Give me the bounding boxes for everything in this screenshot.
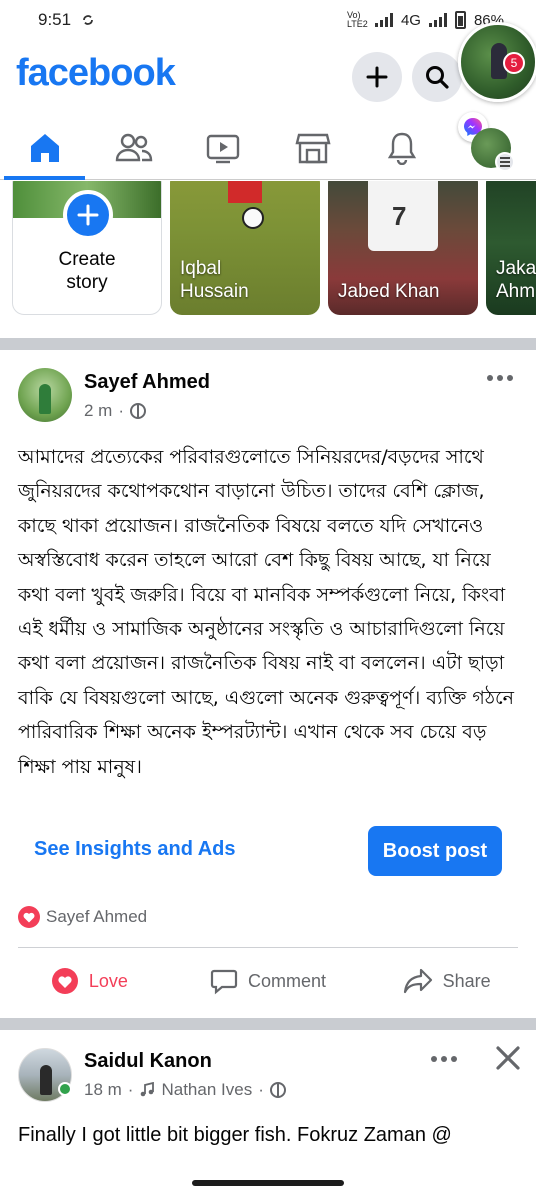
volte-label: Vo) LTE2 bbox=[346, 10, 368, 29]
story-card[interactable]: 7 Jabed Khan bbox=[328, 181, 478, 315]
comment-icon bbox=[210, 969, 238, 995]
separator bbox=[18, 947, 518, 948]
post-meta: 18 m · Nathan Ives · bbox=[84, 1080, 286, 1100]
add-story-button[interactable] bbox=[63, 190, 113, 240]
close-icon[interactable] bbox=[494, 1044, 522, 1072]
boost-post-button[interactable]: Boost post bbox=[368, 826, 502, 876]
love-button[interactable]: Love bbox=[0, 952, 179, 1010]
sync-icon bbox=[83, 15, 93, 25]
section-divider bbox=[0, 338, 536, 350]
bell-icon bbox=[387, 132, 417, 165]
search-button[interactable] bbox=[412, 52, 462, 102]
post-time[interactable]: 18 m bbox=[84, 1080, 122, 1100]
tab-marketplace[interactable] bbox=[268, 116, 357, 179]
tab-menu[interactable] bbox=[447, 116, 536, 179]
app-header: facebook bbox=[0, 48, 536, 110]
notification-count-badge: 5 bbox=[503, 52, 525, 74]
post-time[interactable]: 2 m bbox=[84, 401, 112, 421]
profile-avatar bbox=[471, 127, 516, 172]
reaction-summary[interactable]: Sayef Ahmed bbox=[18, 906, 147, 928]
story-card[interactable]: Iqbal Hussain bbox=[170, 181, 320, 315]
section-divider bbox=[0, 1018, 536, 1030]
signal-icon-2 bbox=[428, 13, 447, 27]
stories-tray: Create story Iqbal Hussain 7 Jabed Khan … bbox=[0, 181, 536, 321]
plus-icon bbox=[77, 204, 99, 226]
comment-button[interactable]: Comment bbox=[179, 952, 358, 1010]
post-meta: 2 m · bbox=[84, 401, 147, 421]
status-bar: 9:51 Vo) LTE2 4G 86% bbox=[0, 0, 536, 40]
main-nav bbox=[0, 116, 536, 180]
create-button[interactable] bbox=[352, 52, 402, 102]
globe-icon bbox=[269, 1082, 286, 1098]
network-label: 4G bbox=[400, 11, 421, 29]
post-author[interactable]: Sayef Ahmed bbox=[84, 371, 210, 394]
story-author: Jabed Khan bbox=[338, 281, 440, 302]
author-avatar[interactable] bbox=[18, 368, 72, 422]
heart-icon bbox=[51, 968, 78, 994]
jersey-image: 7 bbox=[368, 181, 438, 251]
tab-notifications[interactable] bbox=[357, 116, 446, 179]
home-icon bbox=[30, 133, 59, 162]
tab-friends[interactable] bbox=[89, 116, 178, 179]
tab-watch[interactable] bbox=[179, 116, 268, 179]
story-author: Jaka Ahm bbox=[496, 258, 536, 302]
share-button[interactable]: Share bbox=[357, 952, 536, 1010]
home-indicator[interactable] bbox=[192, 1180, 344, 1186]
online-status-indicator bbox=[58, 1082, 72, 1096]
plus-icon bbox=[366, 66, 388, 88]
music-track[interactable]: Nathan Ives bbox=[161, 1080, 252, 1100]
story-card[interactable]: Jaka Ahm bbox=[486, 181, 536, 315]
friends-icon bbox=[115, 133, 153, 161]
love-reaction-icon bbox=[18, 906, 40, 928]
post-author[interactable]: Saidul Kanon bbox=[84, 1050, 212, 1073]
post-header: Sayef Ahmed 2 m · bbox=[0, 362, 536, 432]
battery-icon bbox=[454, 11, 466, 29]
create-story-card[interactable]: Create story bbox=[12, 181, 162, 315]
more-options-button[interactable] bbox=[487, 375, 513, 381]
see-insights-link[interactable]: See Insights and Ads bbox=[34, 838, 236, 861]
post-header: Saidul Kanon 18 m · Nathan Ives · bbox=[0, 1042, 536, 1112]
post-body: Finally I got little bit bigger fish. Fo… bbox=[18, 1124, 452, 1146]
tab-home[interactable] bbox=[0, 116, 89, 180]
signal-icon bbox=[374, 13, 393, 27]
share-icon bbox=[403, 968, 432, 994]
music-note-icon bbox=[141, 1082, 155, 1097]
post-body: আমাদের প্রত্যেকের পরিবারগুলোতে সিনিয়রদে… bbox=[18, 446, 514, 778]
create-story-label: Create story bbox=[58, 249, 116, 293]
football-image bbox=[242, 207, 264, 229]
menu-icon bbox=[495, 151, 516, 172]
reaction-names: Sayef Ahmed bbox=[46, 907, 148, 926]
story-author: Iqbal Hussain bbox=[180, 258, 249, 302]
marketplace-icon bbox=[295, 133, 331, 163]
status-time: 9:51 bbox=[38, 10, 72, 29]
more-options-button[interactable] bbox=[431, 1056, 457, 1062]
search-icon bbox=[426, 66, 449, 89]
facebook-logo[interactable]: facebook bbox=[16, 52, 176, 95]
post-actions: Love Comment Share bbox=[0, 952, 536, 1010]
globe-icon bbox=[130, 403, 147, 419]
video-icon bbox=[207, 134, 240, 163]
